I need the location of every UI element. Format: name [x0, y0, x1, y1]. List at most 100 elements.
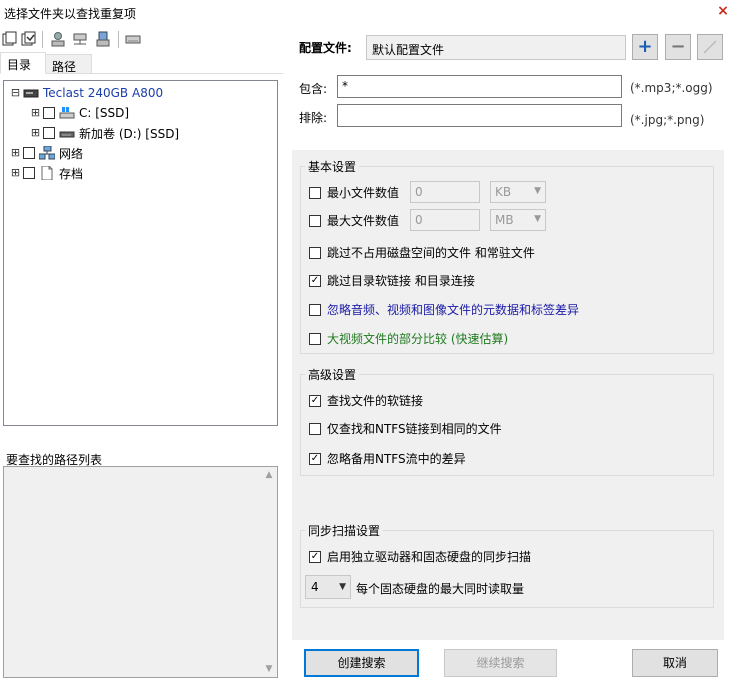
- find-symlinks-label: 查找文件的软链接: [327, 394, 424, 408]
- paths-list[interactable]: ▲ ▼: [3, 466, 278, 678]
- max-reads-select[interactable]: 4 ▼: [305, 575, 351, 599]
- tab-paths[interactable]: 路径: [46, 54, 92, 74]
- expand-icon[interactable]: ⊞: [30, 107, 41, 118]
- file-icon: [39, 165, 55, 181]
- unit-value: KB: [495, 185, 512, 199]
- enable-sync-option[interactable]: ✓ 启用独立驱动器和固态硬盘的同步扫描: [309, 548, 531, 565]
- chevron-down-icon: ▼: [534, 214, 541, 224]
- hard-disk-icon: [23, 86, 39, 100]
- checkbox[interactable]: [43, 127, 55, 139]
- skip-links-label: 跳过目录软链接 和目录连接: [327, 274, 475, 288]
- close-icon[interactable]: ×: [716, 4, 730, 18]
- select-all-icon[interactable]: [2, 31, 18, 47]
- create-search-button[interactable]: 创建搜索: [304, 649, 419, 677]
- collapse-icon[interactable]: ⊟: [10, 87, 21, 98]
- tree-item-archive[interactable]: ⊞ 存档: [10, 163, 83, 183]
- basic-settings-title: 基本设置: [305, 158, 360, 175]
- remove-profile-button[interactable]: −: [665, 34, 691, 60]
- ntfs-only-checkbox[interactable]: [309, 422, 321, 435]
- max-reads-value: 4: [311, 580, 319, 594]
- expand-icon[interactable]: ⊞: [10, 167, 21, 178]
- tree-item-label: C: [SSD]: [79, 106, 130, 120]
- exclude-input[interactable]: [337, 104, 622, 127]
- max-size-checkbox[interactable]: [309, 214, 321, 227]
- toolbar-separator: [118, 31, 119, 48]
- ignore-ads-checkbox[interactable]: ✓: [309, 452, 321, 465]
- ignore-metadata-option[interactable]: 忽略音频、视频和图像文件的元数据和标签差异: [309, 301, 579, 318]
- tree-item-c-drive[interactable]: ⊞ C: [SSD]: [30, 103, 129, 123]
- pencil-icon: [703, 40, 717, 54]
- profile-label: 配置文件:: [299, 41, 352, 55]
- ntfs-only-option[interactable]: 仅查找和NTFS链接到相同的文件: [309, 420, 502, 437]
- ignore-metadata-label: 忽略音频、视频和图像文件的元数据和标签差异: [327, 303, 580, 317]
- ignore-ads-label: 忽略备用NTFS流中的差异: [327, 452, 466, 466]
- exclude-label: 排除:: [299, 111, 328, 125]
- partial-video-option[interactable]: 大视频文件的部分比较 (快速估算): [309, 330, 508, 347]
- paths-scrollbar[interactable]: ▲ ▼: [261, 467, 277, 677]
- network-drive-icon[interactable]: [72, 31, 88, 47]
- rename-profile-button[interactable]: [697, 34, 723, 60]
- tree-item-label: Teclast 240GB A800: [43, 86, 164, 100]
- drive-icon: [59, 126, 75, 140]
- tree-item-label: 存档: [59, 166, 84, 181]
- windows-drive-icon: [59, 106, 75, 120]
- checkbox[interactable]: [43, 107, 55, 119]
- min-size-input[interactable]: 0: [410, 181, 480, 203]
- chevron-down-icon: ▼: [534, 186, 541, 196]
- checkbox[interactable]: [23, 167, 35, 179]
- partial-video-checkbox[interactable]: [309, 332, 321, 345]
- scroll-up-icon[interactable]: ▲: [261, 467, 277, 483]
- tab-directories[interactable]: 目录: [0, 52, 46, 74]
- network-icon: [38, 145, 56, 160]
- find-symlinks-checkbox[interactable]: ✓: [309, 394, 321, 407]
- skip-sparse-option[interactable]: 跳过不占用磁盘空间的文件 和常驻文件: [309, 244, 535, 261]
- chevron-down-icon: ▼: [339, 582, 346, 592]
- find-symlinks-option[interactable]: ✓ 查找文件的软链接: [309, 392, 423, 409]
- tree-item-label: 新加卷 (D:) [SSD]: [79, 126, 180, 141]
- min-size-option[interactable]: 最小文件数值: [309, 184, 399, 201]
- check-all-icon[interactable]: [21, 31, 37, 47]
- min-size-unit-select[interactable]: KB ▼: [490, 181, 546, 203]
- checkbox[interactable]: [23, 147, 35, 159]
- profile-select[interactable]: 默认配置文件: [366, 35, 626, 60]
- skip-links-checkbox[interactable]: ✓: [309, 274, 321, 287]
- user-drive-icon[interactable]: [50, 31, 66, 47]
- max-size-input[interactable]: 0: [410, 209, 480, 231]
- continue-search-button[interactable]: 继续搜索: [444, 649, 557, 677]
- scroll-down-icon[interactable]: ▼: [261, 661, 277, 677]
- add-profile-button[interactable]: +: [632, 34, 658, 60]
- directory-tree[interactable]: ⊟ Teclast 240GB A800 ⊞ C: [SSD] ⊞ 新加卷 (D…: [3, 80, 278, 426]
- include-hint: (*.mp3;*.ogg): [630, 81, 713, 95]
- tree-item-network[interactable]: ⊞ 网络: [10, 143, 83, 163]
- enable-sync-checkbox[interactable]: ✓: [309, 550, 321, 563]
- tree-item-d-drive[interactable]: ⊞ 新加卷 (D:) [SSD]: [30, 123, 179, 143]
- ntfs-only-label: 仅查找和NTFS链接到相同的文件: [327, 422, 502, 436]
- max-size-option[interactable]: 最大文件数值: [309, 212, 399, 229]
- partial-video-label: 大视频文件的部分比较 (快速估算): [327, 332, 509, 346]
- expand-icon[interactable]: ⊞: [30, 127, 41, 138]
- max-size-unit-select[interactable]: MB ▼: [490, 209, 546, 231]
- toolbar-separator: [42, 31, 43, 48]
- tree-item-teclast[interactable]: ⊟ Teclast 240GB A800: [10, 83, 163, 103]
- min-size-label: 最小文件数值: [327, 186, 400, 200]
- exclude-hint: (*.jpg;*.png): [630, 113, 705, 127]
- skip-sparse-checkbox[interactable]: [309, 246, 321, 259]
- unit-value: MB: [495, 213, 514, 227]
- advanced-settings-title: 高级设置: [305, 366, 360, 383]
- max-size-label: 最大文件数值: [327, 214, 400, 228]
- cancel-button[interactable]: 取消: [632, 649, 718, 677]
- options-panel: 基本设置 最小文件数值 0 KB ▼ 最大文件数值 0 MB ▼ 跳过不占用磁盘空间…: [292, 150, 724, 640]
- max-reads-label: 每个固态硬盘的最大同时读取量: [356, 582, 525, 596]
- skip-links-option[interactable]: ✓ 跳过目录软链接 和目录连接: [309, 272, 475, 289]
- include-input[interactable]: *: [337, 75, 622, 98]
- skip-sparse-label: 跳过不占用磁盘空间的文件 和常驻文件: [327, 246, 535, 260]
- enable-sync-label: 启用独立驱动器和固态硬盘的同步扫描: [327, 550, 532, 564]
- expand-icon[interactable]: ⊞: [10, 147, 21, 158]
- ignore-ads-option[interactable]: ✓ 忽略备用NTFS流中的差异: [309, 450, 466, 467]
- ignore-metadata-checkbox[interactable]: [309, 303, 321, 316]
- removable-drive-icon[interactable]: [95, 31, 111, 47]
- min-size-checkbox[interactable]: [309, 186, 321, 199]
- include-label: 包含:: [299, 82, 328, 96]
- sync-settings-title: 同步扫描设置: [305, 522, 384, 539]
- drive-icon[interactable]: [125, 31, 141, 47]
